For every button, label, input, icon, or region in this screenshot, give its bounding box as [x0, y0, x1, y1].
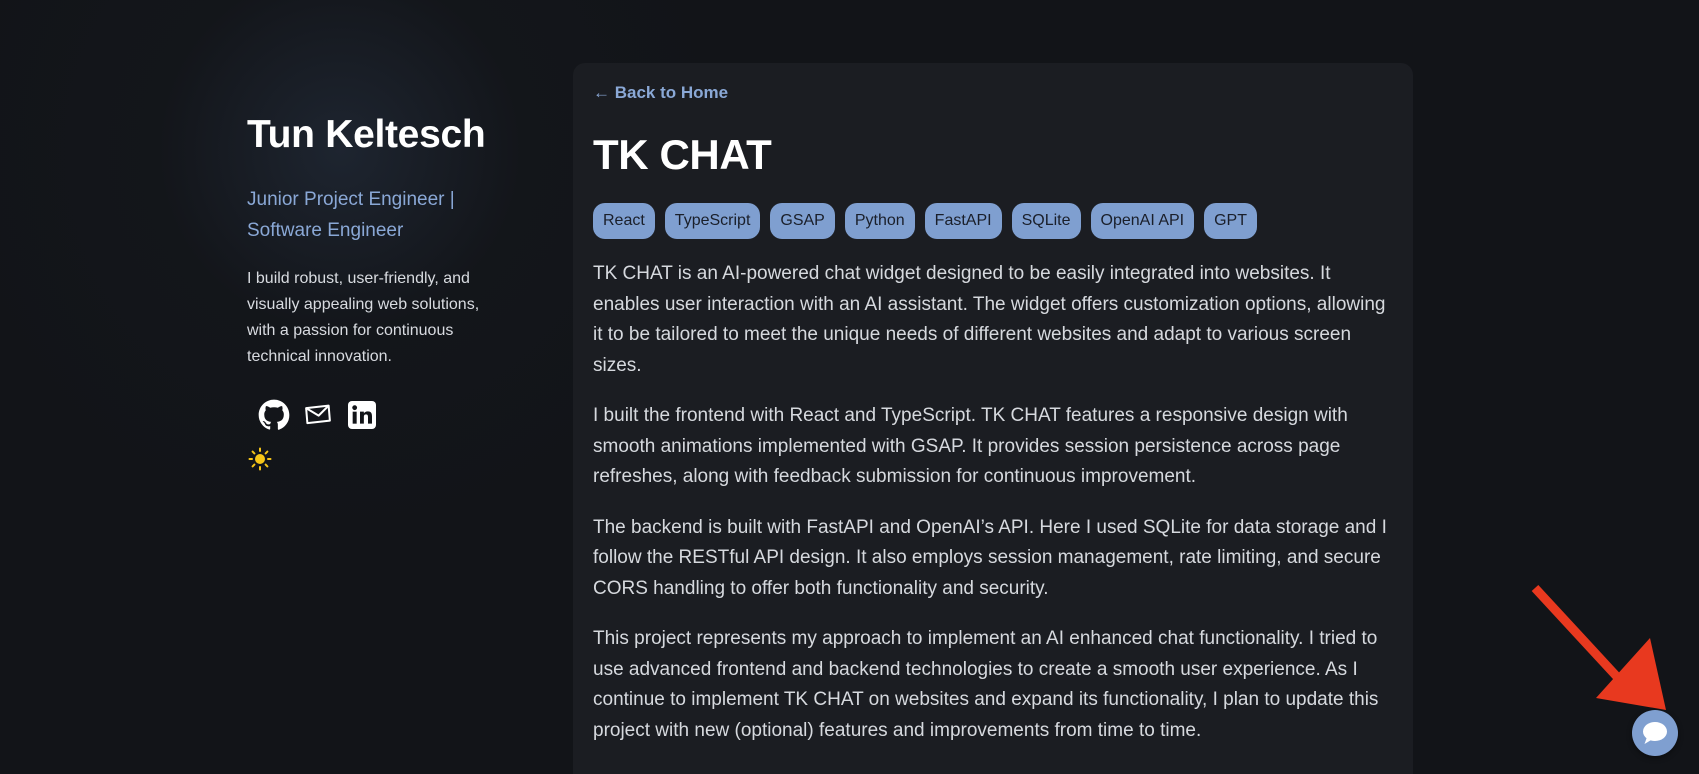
tag-openai-api: OpenAI API	[1090, 203, 1195, 239]
tag-fastapi: FastAPI	[924, 203, 1002, 239]
tech-tags: React TypeScript GSAP Python FastAPI SQL…	[593, 203, 1393, 239]
linkedin-icon	[348, 401, 376, 429]
profile-role: Junior Project Engineer | Software Engin…	[247, 189, 455, 241]
tag-react: React	[593, 203, 655, 239]
sun-icon	[248, 447, 272, 471]
tag-sqlite: SQLite	[1011, 203, 1081, 239]
tag-gsap: GSAP	[770, 203, 835, 239]
frontend-paragraph: I built the frontend with React and Type…	[593, 405, 1348, 487]
summary-paragraph: This project represents my approach to i…	[593, 628, 1379, 741]
backend-paragraph: The backend is built with FastAPI and Op…	[593, 516, 1387, 599]
tag-gpt: GPT	[1204, 203, 1257, 239]
profile-name: Tun Keltesch	[247, 113, 486, 156]
page: Tun Keltesch Junior Project Engineer | S…	[0, 0, 1699, 774]
chat-bubble-icon	[1643, 722, 1667, 744]
project-title: TK CHAT	[593, 131, 772, 178]
profile-bio: I build robust, user-friendly, and visua…	[247, 270, 480, 365]
project-card: ← Back to Home TK CHAT React TypeScript …	[573, 63, 1413, 774]
theme-toggle-button[interactable]	[247, 446, 273, 472]
social-links	[247, 398, 507, 432]
tag-typescript: TypeScript	[664, 203, 761, 239]
mail-icon	[305, 404, 331, 425]
chat-widget-button[interactable]	[1632, 710, 1678, 756]
sidebar: Tun Keltesch Junior Project Engineer | S…	[247, 108, 507, 472]
email-link[interactable]	[301, 398, 335, 432]
github-link[interactable]	[257, 398, 291, 432]
github-icon	[258, 399, 290, 430]
back-to-home-link[interactable]: ← Back to Home	[593, 83, 728, 103]
linkedin-link[interactable]	[345, 398, 379, 432]
description-paragraph: TK CHAT is an AI-powered chat widget des…	[593, 263, 1386, 376]
tag-python: Python	[844, 203, 915, 239]
annotation-arrow-icon	[1531, 584, 1666, 710]
